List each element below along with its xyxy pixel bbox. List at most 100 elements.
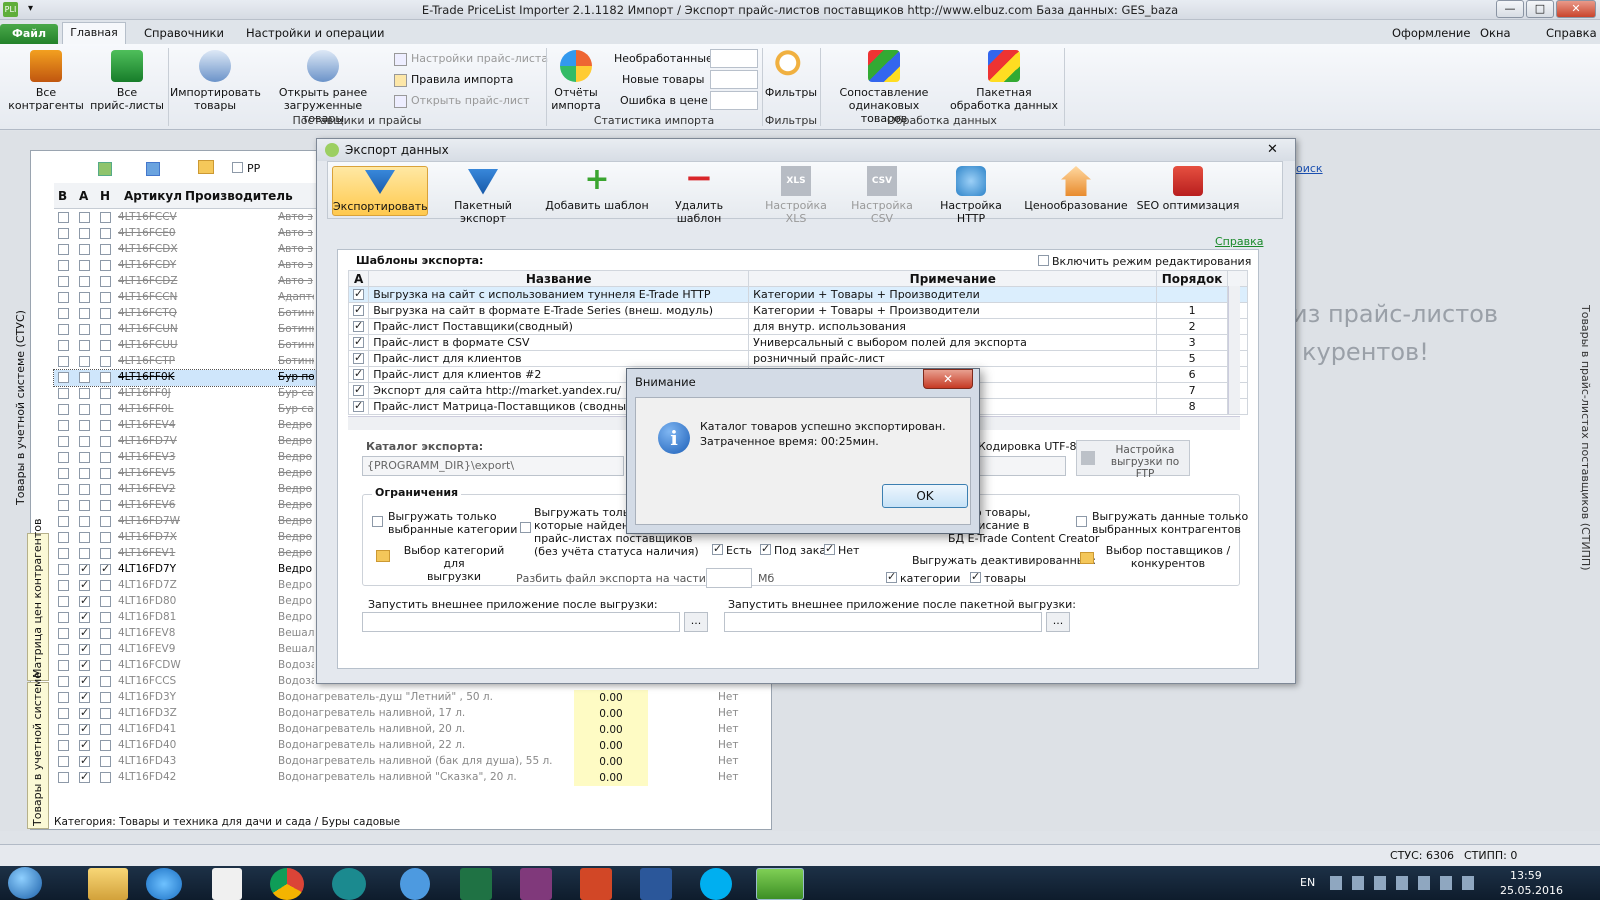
template-checkbox[interactable] [353,368,364,380]
row-checkbox-n[interactable] [100,436,111,447]
template-row[interactable]: Выгрузка на сайт с использованием туннел… [347,286,1249,303]
order-checkbox[interactable] [760,542,771,555]
row-checkbox-v[interactable] [58,340,69,351]
table-row[interactable]: 4LT16FD43 Водонагреватель наливной (бак д… [54,754,754,770]
row-checkbox-n[interactable] [100,676,111,687]
row-checkbox-v[interactable] [58,612,69,623]
tab-settings[interactable]: Настройки и операции [236,24,394,44]
table-row[interactable]: 4LT16FD40 Водонагреватель наливной, 22 л.… [54,738,754,754]
row-checkbox-a[interactable] [79,562,90,575]
none-checkbox[interactable] [824,542,835,555]
row-checkbox-v[interactable] [58,324,69,335]
row-checkbox-a[interactable] [79,754,90,767]
grid-toolbar-icon-3[interactable] [198,160,214,174]
row-checkbox-a[interactable] [79,532,90,543]
row-checkbox-n[interactable] [100,372,111,383]
tab-windows[interactable]: Окна [1470,24,1521,44]
row-checkbox-a[interactable] [79,658,90,671]
add-template-button[interactable]: + Добавить шаблон [544,165,650,216]
help-link[interactable]: Справка [1215,235,1263,248]
table-row[interactable]: 4LT16FD3Z Водонагреватель наливной, 17 л.… [54,706,754,722]
row-checkbox-v[interactable] [58,484,69,495]
col-a[interactable]: А [347,270,370,287]
row-checkbox-v[interactable] [58,580,69,591]
left-outer-tab[interactable]: Товары в учетной системе (СТУС) [14,310,27,505]
row-checkbox-v[interactable] [58,676,69,687]
row-checkbox-a[interactable] [79,324,90,335]
template-checkbox[interactable] [353,336,364,348]
catalog-input[interactable]: {PROGRAMM_DIR}\export\ [362,456,624,476]
row-checkbox-a[interactable] [79,738,90,751]
row-checkbox-a[interactable] [79,452,90,463]
pricelist-settings-button[interactable]: Настройки прайс-листа [394,52,548,66]
tab-goods-vertical[interactable]: Товары в учетной системе [27,672,49,829]
row-checkbox-v[interactable] [58,308,69,319]
tray-icons[interactable] [1330,876,1480,890]
chrome-icon[interactable] [270,868,304,900]
deactivated-goods-checkbox[interactable] [970,570,981,583]
run-after-batch-input[interactable] [724,612,1042,632]
row-checkbox-n[interactable] [100,562,111,575]
ie-icon[interactable] [146,868,182,900]
catalog-input-tail[interactable] [966,456,1066,476]
row-checkbox-n[interactable] [100,644,111,655]
row-checkbox-v[interactable] [58,372,69,383]
header-v[interactable]: В [58,189,67,203]
row-checkbox-a[interactable] [79,372,90,383]
all-pricelists-button[interactable]: Все прийс-листы [88,50,166,112]
only-selected-cats-checkbox[interactable] [372,516,383,527]
row-checkbox-n[interactable] [100,260,111,271]
csv-settings-button[interactable]: CSV Настройка CSV [842,166,922,225]
row-checkbox-v[interactable] [58,564,69,575]
xls-settings-button[interactable]: XLS Настройка XLS [756,166,836,225]
close-button[interactable]: ✕ [1556,0,1596,18]
row-checkbox-a[interactable] [79,594,90,607]
header-n[interactable]: Н [100,189,110,203]
ok-button[interactable]: OK [882,484,968,508]
tab-refs[interactable]: Справочники [134,24,234,44]
row-checkbox-a[interactable] [79,228,90,239]
table-row[interactable]: 4LT16FD41 Водонагреватель наливной, 20 л.… [54,722,754,738]
row-checkbox-a[interactable] [79,308,90,319]
header-sku[interactable]: Артикул [124,189,182,203]
header-manufacturer[interactable]: Производитель [185,189,293,203]
row-checkbox-v[interactable] [58,468,69,479]
template-checkbox[interactable] [353,320,364,332]
row-checkbox-v[interactable] [58,628,69,639]
row-checkbox-v[interactable] [58,276,69,287]
export-button[interactable]: Экспортировать [332,166,428,216]
row-checkbox-v[interactable] [58,740,69,751]
row-checkbox-n[interactable] [100,452,111,463]
onenote-icon[interactable] [520,868,552,900]
row-checkbox-v[interactable] [58,212,69,223]
powerpoint-icon[interactable] [580,868,612,900]
template-checkbox[interactable] [353,288,364,300]
row-checkbox-v[interactable] [58,532,69,543]
excel-taskbar-icon[interactable] [460,868,492,900]
ftp-settings-button[interactable]: Настройка выгрузки по FTP [1076,440,1190,480]
row-checkbox-n[interactable] [100,244,111,255]
row-checkbox-v[interactable] [58,452,69,463]
explorer-icon[interactable] [88,868,128,900]
row-checkbox-a[interactable] [79,516,90,527]
table-row[interactable]: 4LT16FD42 Водонагреватель наливной "Сказк… [54,770,754,786]
row-checkbox-v[interactable] [58,548,69,559]
right-outer-tab[interactable]: Товары в прайс-листах поставщиков (СТИПП… [1579,305,1592,571]
table-row[interactable]: 4LT16FD3Y Водонагреватель-душ "Летний" , … [54,690,754,706]
split-input[interactable] [706,568,752,588]
template-checkbox[interactable] [353,384,364,396]
col-note[interactable]: Примечание [748,270,1158,287]
template-row[interactable]: Выгрузка на сайт в формате E-Trade Serie… [347,302,1249,319]
row-checkbox-n[interactable] [100,660,111,671]
delete-template-button[interactable]: − Удалить шаблон [654,161,744,225]
row-checkbox-n[interactable] [100,404,111,415]
seo-button[interactable]: SEO оптимизация [1136,166,1240,216]
only-contractors-checkbox[interactable] [1076,516,1087,527]
row-checkbox-v[interactable] [58,292,69,303]
skype-icon[interactable] [700,868,732,900]
row-checkbox-a[interactable] [79,674,90,687]
gear-app-icon[interactable] [400,868,430,900]
edit-mode-checkbox[interactable] [1038,255,1049,266]
row-checkbox-v[interactable] [58,228,69,239]
row-checkbox-n[interactable] [100,756,111,767]
